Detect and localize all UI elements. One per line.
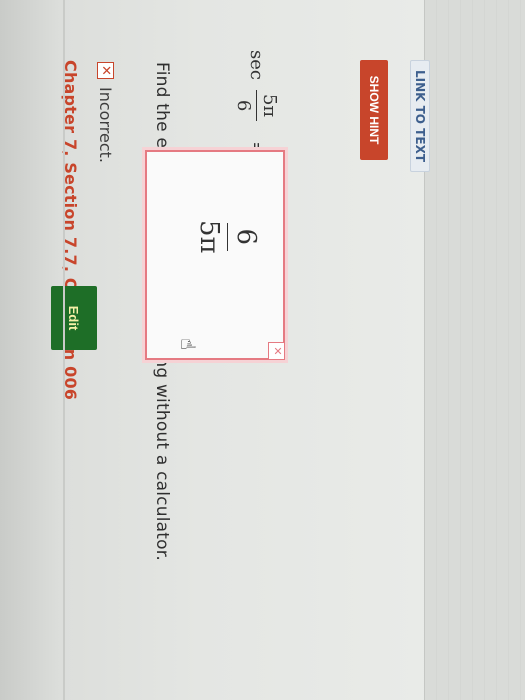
hand-cursor-icon: ☝ — [176, 338, 200, 351]
math-expression: sec 5π 6 = — [233, 50, 280, 156]
function-name: sec — [246, 50, 267, 80]
status-label: Incorrect. — [96, 87, 115, 163]
answer-denominator: 5π — [194, 220, 224, 254]
expression-numerator: 5π — [256, 89, 280, 122]
divider — [63, 0, 65, 700]
x-icon: ✕ — [97, 62, 114, 79]
expression-fraction: 5π 6 — [233, 89, 280, 122]
question-panel: Chapter 7, Section 7.7, Question 006 ✕ I… — [0, 20, 455, 700]
expression-denominator: 6 — [233, 99, 254, 112]
answer-fraction: 6 5π — [194, 220, 261, 254]
rotated-page: Chapter 7, Section 7.7, Question 006 ✕ I… — [0, 0, 525, 700]
link-to-text-button[interactable]: LINK TO TEXT — [410, 60, 430, 172]
answer-field[interactable]: ✕ 6 5π Edit — [51, 145, 287, 365]
x-icon: ✕ — [268, 342, 285, 360]
answer-status: ✕ Incorrect. — [96, 62, 115, 163]
edit-button[interactable]: Edit — [51, 286, 97, 350]
show-hint-button[interactable]: SHOW HINT — [360, 60, 388, 160]
answer-numerator: 6 — [227, 222, 261, 252]
